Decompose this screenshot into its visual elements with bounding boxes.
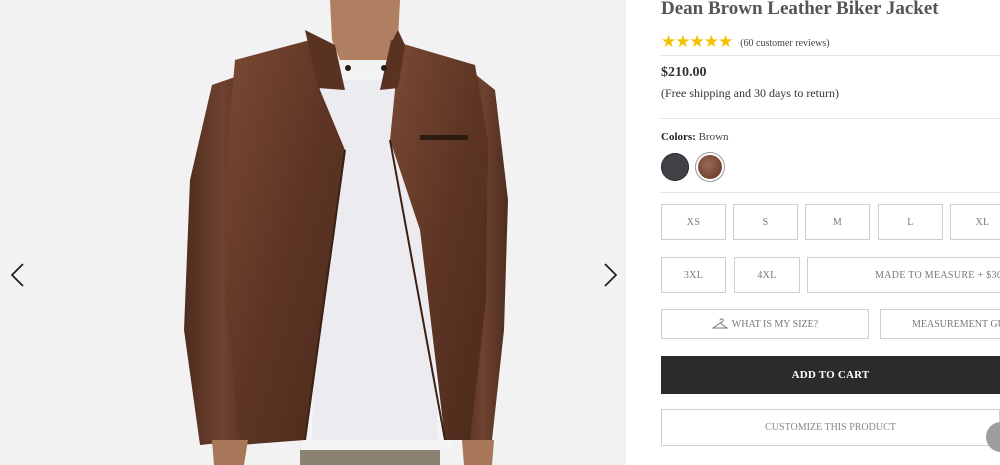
- product-rating: ★★★★★ (60 customer reviews): [661, 32, 830, 52]
- gallery-prev-button[interactable]: [6, 260, 30, 290]
- customize-product-button[interactable]: CUSTOMIZE THIS PRODUCT: [661, 409, 1000, 446]
- product-title: Dean Brown Leather Biker Jacket: [661, 0, 939, 19]
- shipping-info: (Free shipping and 30 days to return): [661, 86, 839, 100]
- divider: [661, 55, 1000, 56]
- gallery-next-button[interactable]: [598, 260, 622, 290]
- measurement-guide-button[interactable]: MEASUREMENT GUIDE: [880, 309, 1000, 339]
- size-m-button[interactable]: M: [805, 204, 870, 240]
- chevron-left-icon: [10, 263, 24, 287]
- size-xs-button[interactable]: XS: [661, 204, 726, 240]
- product-image: [184, 0, 508, 465]
- rating-stars-icon: ★★★★★: [661, 32, 733, 51]
- size-3xl-button[interactable]: 3XL: [661, 257, 726, 293]
- hanger-icon: [711, 318, 728, 329]
- size-4xl-button[interactable]: 4XL: [734, 257, 800, 293]
- chevron-right-icon: [604, 263, 618, 287]
- color-swatch-black[interactable]: [661, 153, 689, 181]
- divider: [661, 118, 1000, 119]
- size-xl-button[interactable]: XL: [950, 204, 1000, 240]
- product-price: $210.00: [661, 65, 707, 80]
- size-s-button[interactable]: S: [733, 204, 798, 240]
- reviews-link[interactable]: (60 customer reviews): [740, 38, 829, 49]
- colors-label-title: Colors:: [661, 131, 696, 143]
- selected-color: Brown: [698, 131, 729, 143]
- color-swatch-brown[interactable]: [698, 155, 722, 179]
- divider: [661, 192, 1000, 193]
- size-guide-label: WHAT IS MY SIZE?: [731, 318, 819, 330]
- made-to-measure-button[interactable]: MADE TO MEASURE + $30: [807, 257, 1000, 293]
- size-guide-button[interactable]: WHAT IS MY SIZE?: [661, 309, 869, 339]
- size-l-button[interactable]: L: [878, 204, 943, 240]
- measurement-guide-label: MEASUREMENT GUIDE: [912, 318, 1000, 330]
- colors-label: Colors: Brown: [661, 131, 729, 143]
- product-details: Dean Brown Leather Biker Jacket ★★★★★ (6…: [626, 0, 1000, 465]
- product-gallery: [0, 0, 626, 465]
- add-to-cart-button[interactable]: ADD TO CART: [661, 356, 1000, 394]
